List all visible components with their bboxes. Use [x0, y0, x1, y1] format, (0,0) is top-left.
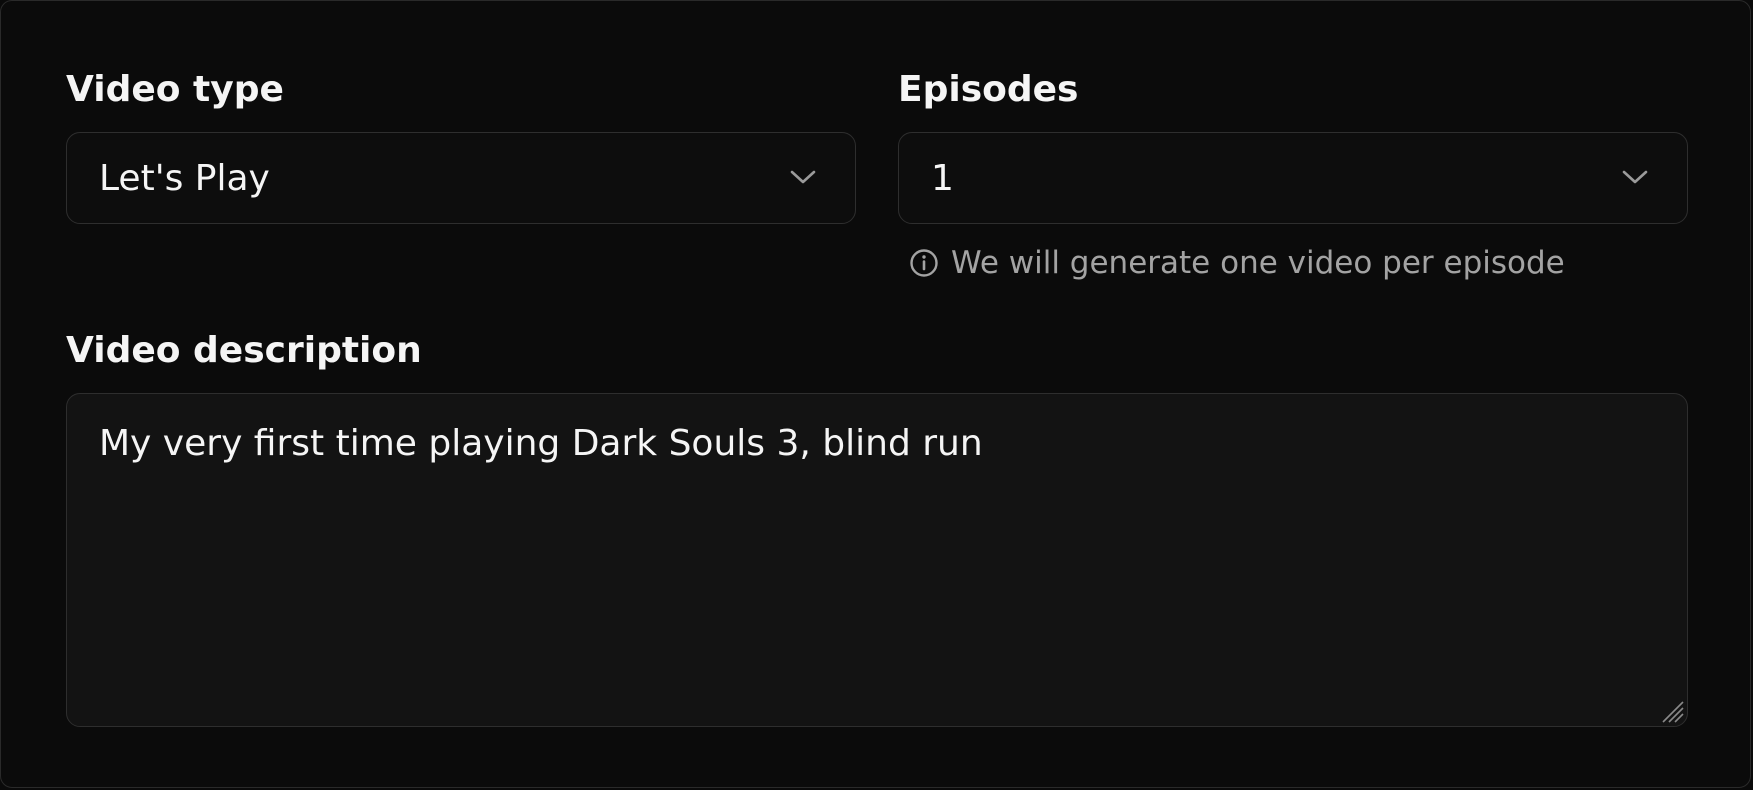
info-icon — [910, 249, 938, 277]
form-panel: Video type Let's Play Episodes 1 We will… — [0, 0, 1751, 788]
video-description-textarea[interactable]: My very first time playing Dark Souls 3,… — [66, 393, 1688, 727]
video-type-select[interactable]: Let's Play — [66, 132, 856, 224]
episodes-hint-text: We will generate one video per episode — [951, 245, 1565, 281]
chevron-down-icon — [1622, 170, 1648, 184]
resize-handle-icon[interactable] — [1659, 698, 1685, 724]
chevron-down-icon — [790, 170, 816, 184]
episodes-label: Episodes — [898, 69, 1079, 110]
episodes-hint: We will generate one video per episode — [909, 245, 1565, 281]
episodes-value: 1 — [931, 158, 954, 199]
video-type-label: Video type — [66, 69, 284, 110]
video-description-label: Video description — [66, 330, 422, 371]
video-type-value: Let's Play — [99, 158, 270, 199]
video-description-value: My very first time playing Dark Souls 3,… — [99, 423, 983, 464]
episodes-select[interactable]: 1 — [898, 132, 1688, 224]
